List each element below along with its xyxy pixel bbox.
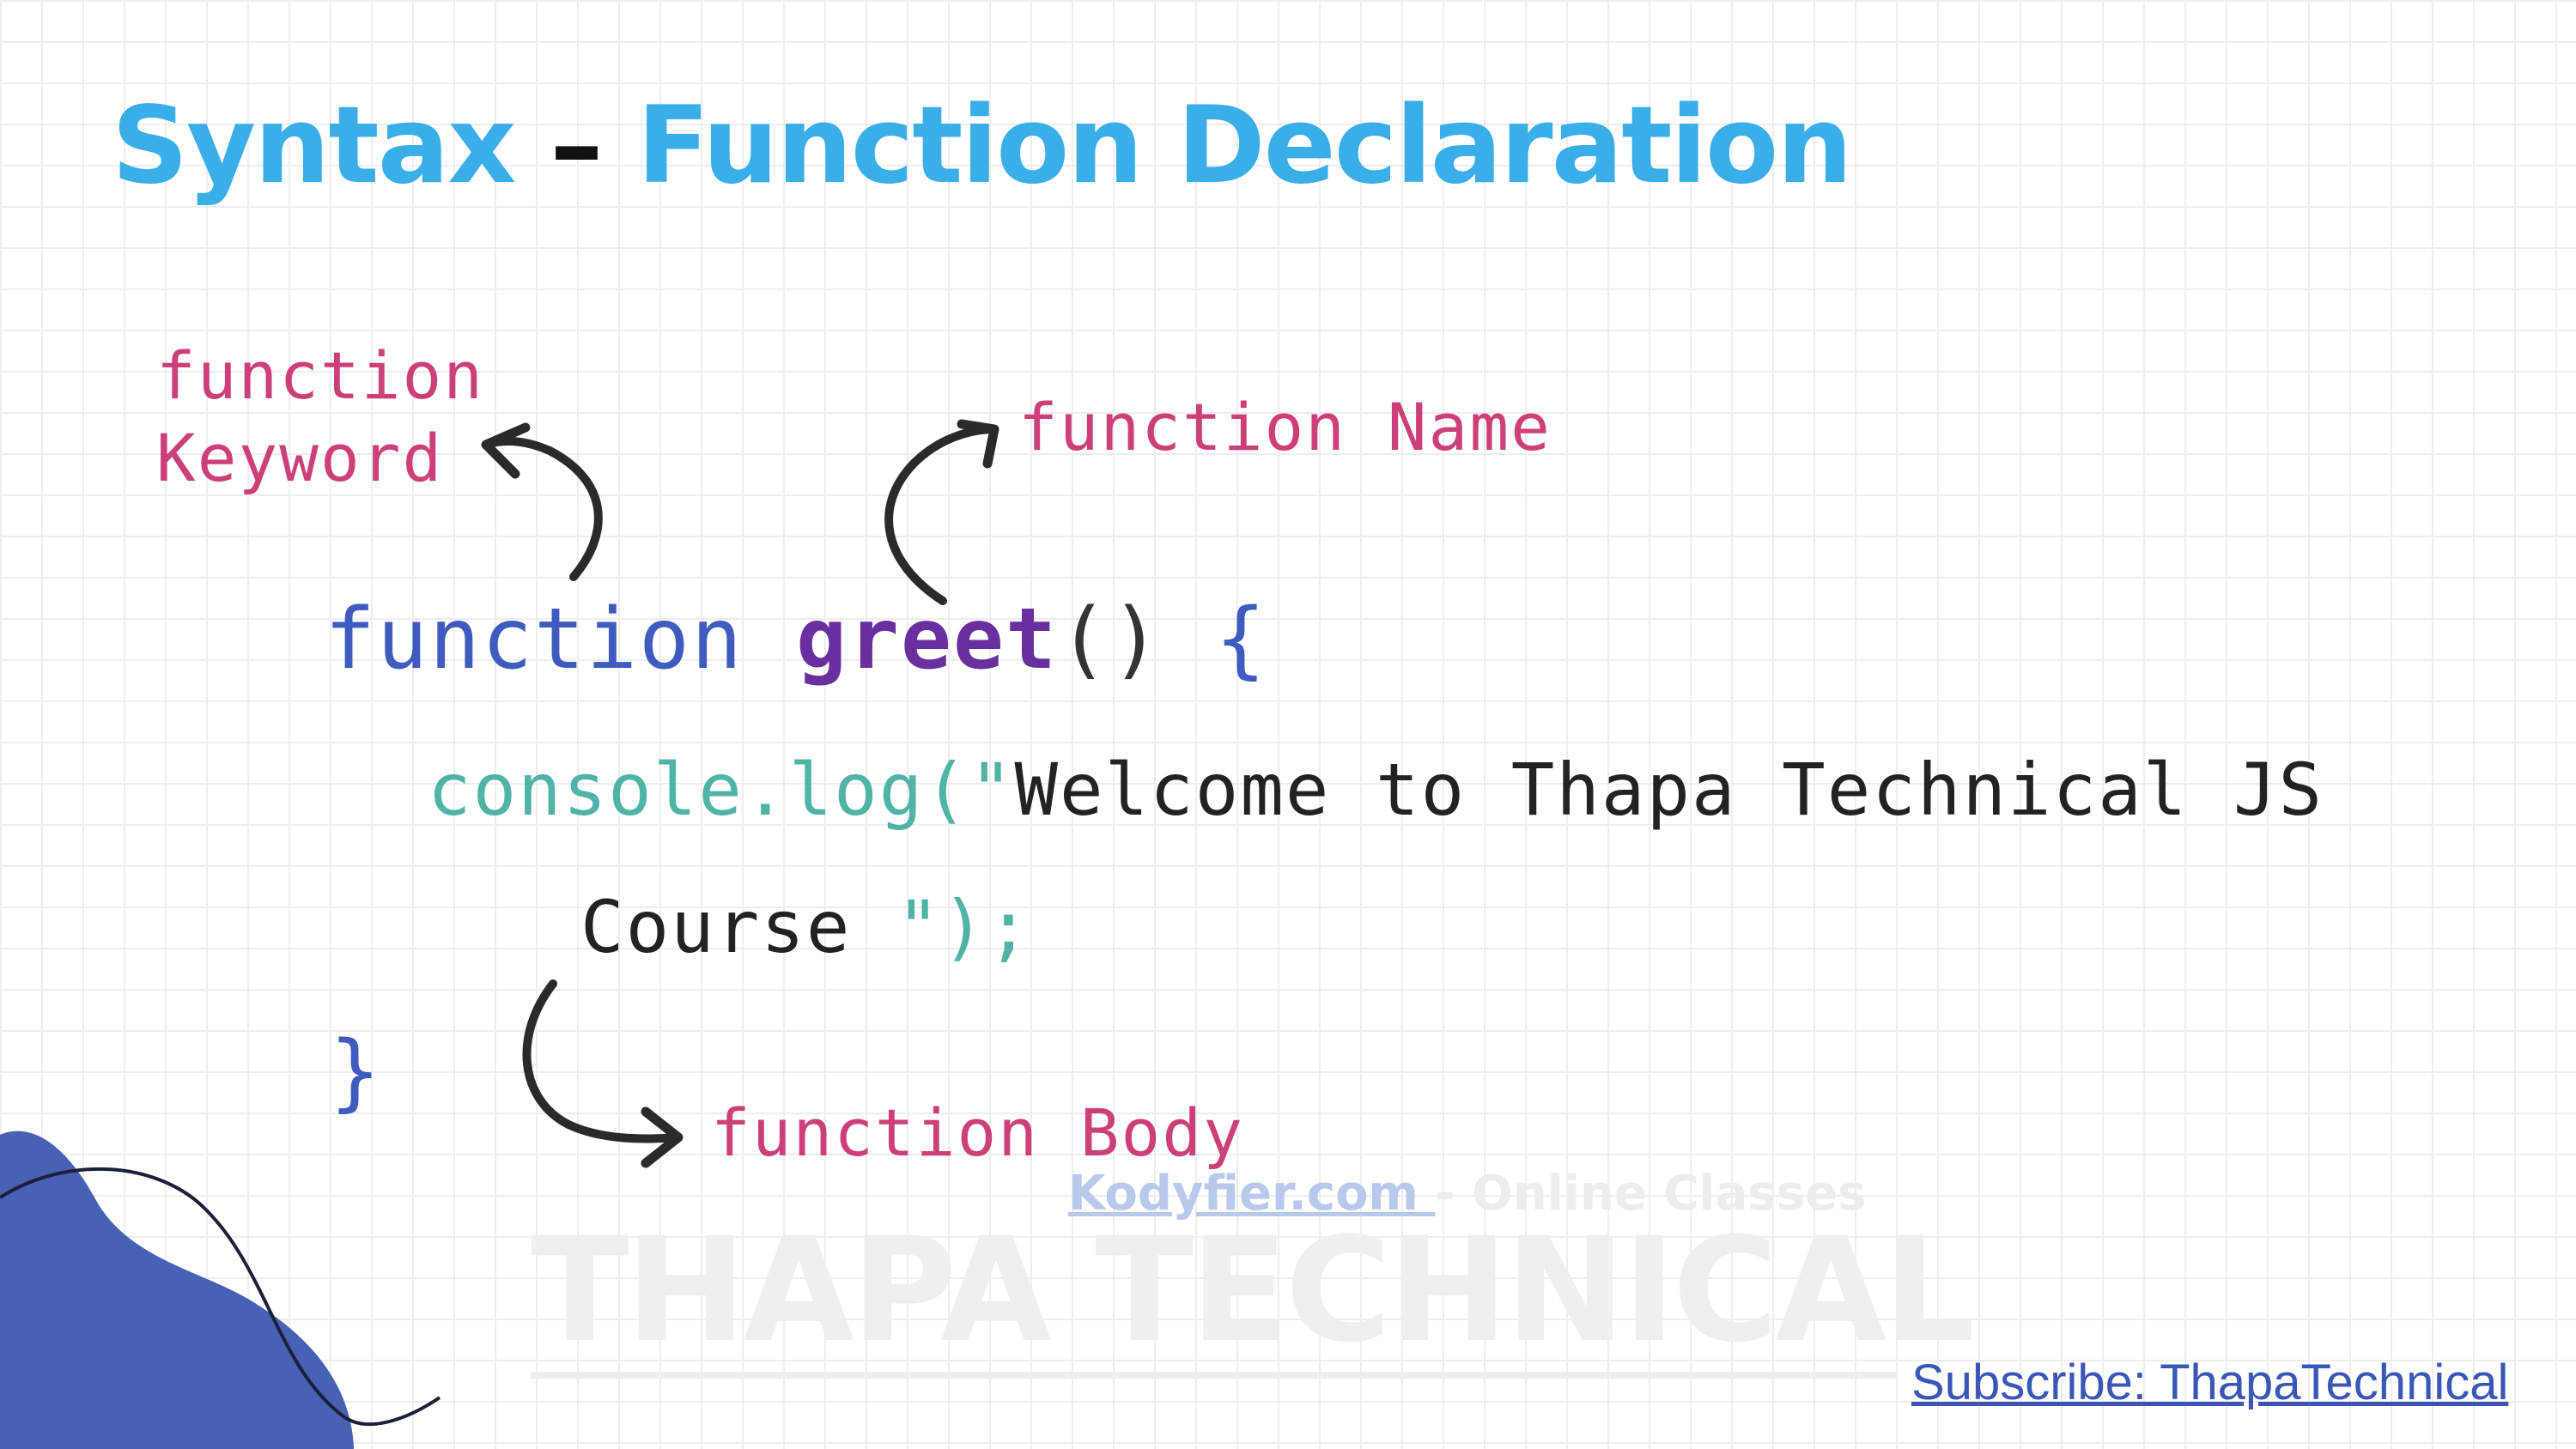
label-function-name: function Name [1018, 389, 1552, 465]
arrow-body-icon [522, 979, 683, 1168]
title-syntax: Syntax [112, 84, 516, 208]
code-function-name: greet [796, 591, 1059, 688]
code-open-brace: { [1215, 591, 1268, 688]
title-dash: – [514, 84, 637, 208]
arrow-name-icon [884, 419, 999, 605]
code-line-string-end: Course "); [580, 882, 1032, 972]
code-call-end: "); [896, 885, 1032, 969]
code-close-brace: } [330, 1023, 383, 1121]
label-function-keyword: function Keyword [156, 335, 484, 500]
arrow-keyword-icon [481, 422, 603, 581]
label-function-body: function Body [711, 1094, 1244, 1171]
title-function-declaration: Function Declaration [636, 84, 1853, 208]
code-string-part1: Welcome to Thapa Technical JS [1014, 748, 2324, 832]
label-keyword-line2: Keyword [156, 420, 444, 496]
code-console-call: console.log(" [428, 748, 1015, 832]
code-keyword: function [325, 591, 744, 688]
code-line-console-log: console.log("Welcome to Thapa Technical … [428, 745, 2324, 834]
decorative-blob [0, 1131, 354, 1449]
slide-title: Syntax – Function Declaration [112, 82, 1853, 210]
label-keyword-line1: function [156, 337, 485, 414]
watermark-brand: THAPA TECHNICAL [531, 1209, 1975, 1379]
code-line-signature: function greet() { [325, 589, 1267, 690]
code-parens: () [1058, 591, 1216, 688]
code-string-part2: Course [580, 885, 897, 969]
subscribe-link[interactable]: Subscribe: ThapaTechnical [1911, 1353, 2508, 1413]
